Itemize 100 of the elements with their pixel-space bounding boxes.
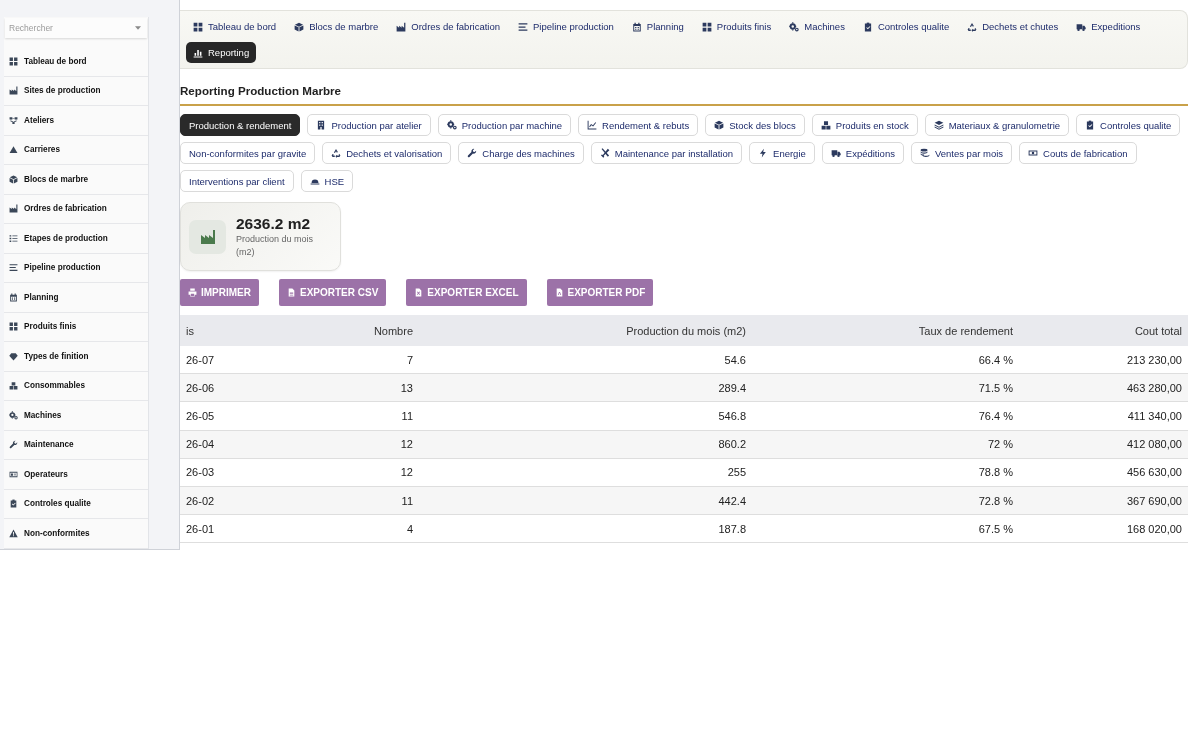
calendar-icon bbox=[9, 292, 18, 302]
boxes-icon bbox=[9, 381, 18, 391]
sidebar-item[interactable]: Ordres de fabrication bbox=[4, 194, 148, 224]
gem-icon bbox=[9, 351, 18, 361]
crossed-tools-icon bbox=[599, 148, 610, 158]
truck-icon bbox=[1076, 21, 1087, 32]
table-cell: 67.5 % bbox=[752, 514, 1019, 543]
report-tab[interactable]: Stock des blocs bbox=[705, 114, 805, 136]
sidebar-item[interactable]: Ateliers bbox=[4, 106, 148, 136]
grid-icon bbox=[701, 21, 712, 32]
report-tab[interactable]: Couts de fabrication bbox=[1019, 142, 1137, 164]
report-tab[interactable]: Production par machine bbox=[437, 114, 572, 136]
sidebar-item[interactable]: Non-conformites bbox=[4, 519, 148, 549]
sidebar-item[interactable]: Controles qualite bbox=[4, 489, 148, 519]
nav-link[interactable]: Controles qualite bbox=[855, 16, 957, 37]
nav-link[interactable]: Planning bbox=[624, 16, 691, 37]
report-tab[interactable]: Controles qualite bbox=[1076, 114, 1181, 136]
table-cell: 76.4 % bbox=[752, 401, 1019, 431]
table-cell: 26-04 bbox=[180, 430, 300, 459]
report-tab[interactable]: HSE bbox=[300, 170, 354, 192]
factory-icon bbox=[396, 21, 407, 32]
table-cell: 12 bbox=[300, 458, 419, 487]
sidebar-item[interactable]: Tableau de bord bbox=[4, 47, 148, 77]
report-tab[interactable]: Rendement & rebuts bbox=[578, 114, 699, 136]
cube-icon bbox=[9, 174, 18, 184]
factory-icon bbox=[9, 86, 18, 96]
mountain-icon bbox=[9, 145, 18, 155]
gears-icon bbox=[789, 21, 800, 32]
factory-icon bbox=[9, 204, 18, 214]
table-cell: 860.2 bbox=[419, 430, 752, 459]
column-header: Production du mois (m2) bbox=[419, 315, 752, 346]
bar-chart-icon bbox=[193, 47, 203, 58]
report-tab[interactable]: Non-conformites par gravite bbox=[180, 142, 316, 164]
caret-icon bbox=[135, 26, 141, 30]
report-tab[interactable]: Maintenance par installation bbox=[590, 142, 743, 164]
report-tab[interactable]: Charge des machines bbox=[458, 142, 584, 164]
sidebar-item[interactable]: Produits finis bbox=[4, 312, 148, 342]
sidebar-item[interactable]: Types de finition bbox=[4, 342, 148, 372]
sidebar-item[interactable]: Sites de production bbox=[4, 76, 148, 106]
cube-icon bbox=[294, 21, 305, 32]
table-cell: 72 % bbox=[752, 430, 1019, 459]
table-cell: 26-05 bbox=[180, 401, 300, 431]
sidebar-item[interactable]: Etapes de production bbox=[4, 224, 148, 254]
report-tab[interactable]: Expéditions bbox=[821, 142, 904, 164]
sidebar-item[interactable]: Maintenance bbox=[4, 430, 148, 460]
export-button[interactable]: IMPRIMER bbox=[180, 279, 259, 306]
table-cell: 213 230,00 bbox=[1019, 346, 1188, 374]
report-tab[interactable]: Production par atelier bbox=[307, 114, 431, 136]
sidebar-item[interactable]: Consommables bbox=[4, 371, 148, 401]
search-field[interactable]: Rechercher bbox=[5, 18, 147, 38]
column-header: is bbox=[180, 315, 300, 346]
export-button[interactable]: EXPORTER CSV bbox=[279, 279, 387, 306]
nav-link[interactable]: Dechets et chutes bbox=[960, 16, 1066, 37]
table-cell: 412 080,00 bbox=[1019, 430, 1188, 459]
sidebar-item[interactable]: Operateurs bbox=[4, 460, 148, 490]
table-cell: 168 020,00 bbox=[1019, 514, 1188, 543]
nav-link[interactable]: Expeditions bbox=[1069, 16, 1148, 37]
clipboard-check-icon bbox=[862, 21, 873, 32]
table-cell: 442.4 bbox=[419, 486, 752, 515]
report-tab[interactable]: Dechets et valorisation bbox=[322, 142, 452, 164]
sidebar-item[interactable]: Carrieres bbox=[4, 135, 148, 165]
file-icon bbox=[287, 288, 296, 297]
nav-link[interactable]: Reporting bbox=[186, 42, 257, 63]
nav-link[interactable]: Machines bbox=[782, 16, 852, 37]
sidebar-item[interactable]: Blocs de marbre bbox=[4, 165, 148, 195]
clipboard-check-icon bbox=[9, 499, 18, 509]
export-button[interactable]: EXPORTER EXCEL bbox=[406, 279, 527, 306]
nav-link[interactable]: Ordres de fabrication bbox=[389, 16, 508, 37]
grid-icon bbox=[9, 56, 18, 66]
report-tab[interactable]: Materiaux & granulometrie bbox=[924, 114, 1070, 136]
nav-link[interactable]: Pipeline production bbox=[511, 16, 621, 37]
table-cell: 463 280,00 bbox=[1019, 373, 1188, 402]
column-header: Cout total bbox=[1019, 315, 1188, 346]
report-tab[interactable]: Ventes par mois bbox=[910, 142, 1013, 164]
report-tab[interactable]: Energie bbox=[749, 142, 815, 164]
nav-link[interactable]: Blocs de marbre bbox=[287, 16, 386, 37]
sidebar-item[interactable]: Pipeline production bbox=[4, 253, 148, 283]
report-tab[interactable]: Production & rendement bbox=[180, 114, 301, 136]
report-tab[interactable]: Produits en stock bbox=[811, 114, 918, 136]
factory-icon bbox=[189, 219, 226, 254]
table-cell: 26-07 bbox=[180, 346, 300, 374]
cube-icon bbox=[714, 120, 725, 130]
table-cell: 26-03 bbox=[180, 458, 300, 487]
pdf-file-icon bbox=[554, 288, 564, 297]
kpi-label: Production du mois (m2) bbox=[236, 233, 315, 258]
nav-link[interactable]: Produits finis bbox=[694, 16, 779, 37]
sidebar-item[interactable]: Planning bbox=[4, 283, 148, 313]
table-cell: 411 340,00 bbox=[1019, 401, 1188, 431]
sidebar-item[interactable]: Machines bbox=[4, 401, 148, 431]
table-cell: 187.8 bbox=[419, 514, 752, 543]
wrench-icon bbox=[9, 440, 18, 450]
table-cell: 26-02 bbox=[180, 486, 300, 515]
table-cell: 72.8 % bbox=[752, 486, 1019, 515]
export-button[interactable]: EXPORTER PDF bbox=[546, 279, 654, 306]
table-cell: 11 bbox=[300, 486, 419, 515]
report-tab[interactable]: Interventions par client bbox=[180, 170, 294, 192]
table-cell: 367 690,00 bbox=[1019, 486, 1188, 515]
nav-link[interactable]: Tableau de bord bbox=[186, 16, 284, 37]
column-header: Nombre bbox=[300, 315, 419, 346]
checklist-icon bbox=[9, 233, 18, 243]
